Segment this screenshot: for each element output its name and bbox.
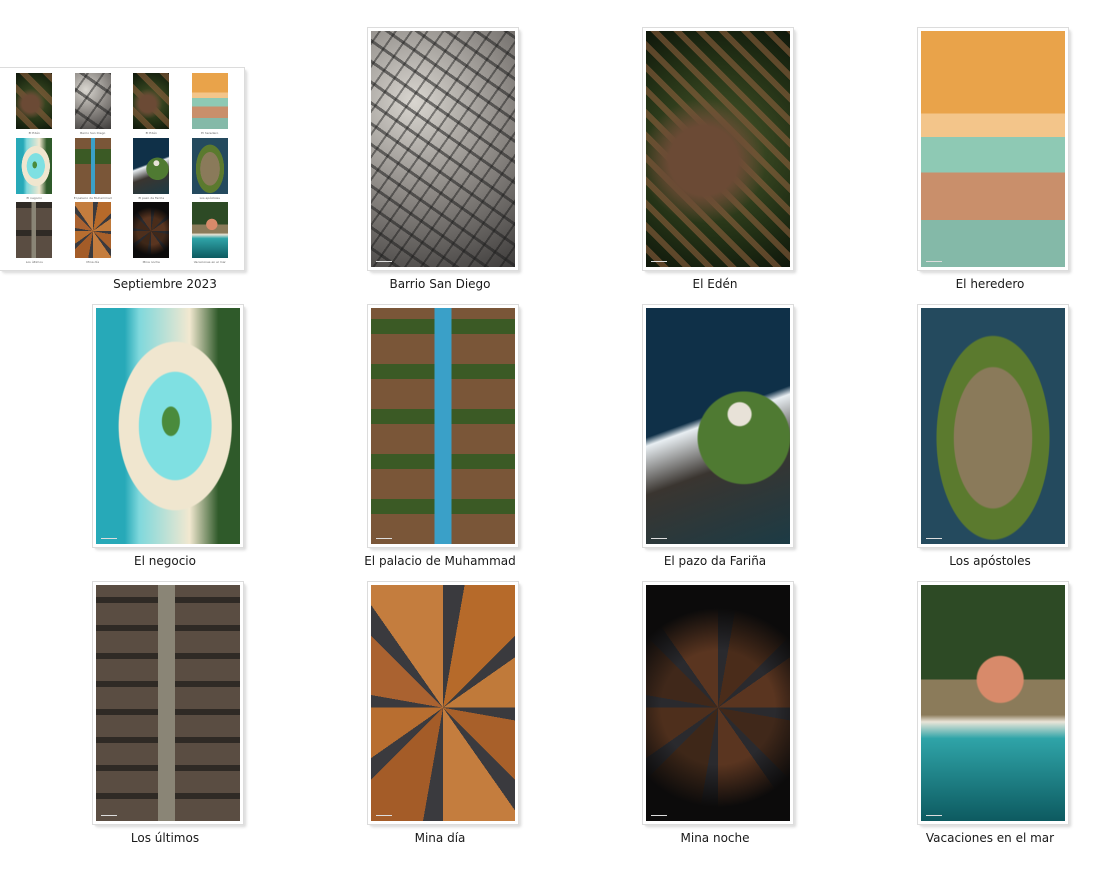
folder-label[interactable]: El palacio de Muhammad bbox=[320, 554, 560, 568]
contact-sheet-label: El heredero bbox=[201, 131, 219, 135]
folder-item-eden[interactable]: El Edén bbox=[595, 27, 835, 291]
contact-sheet-grid: El Edén Barrio San Diego El Edén El hereder… bbox=[3, 71, 241, 267]
folder-thumbnail[interactable] bbox=[92, 304, 244, 548]
folder-label[interactable]: Los últimos bbox=[45, 831, 285, 845]
folder-item-minadia[interactable]: Mina día bbox=[320, 581, 560, 845]
contact-sheet-label: El Edén bbox=[28, 131, 40, 135]
contact-sheet-image: El palacio de Muhammad bbox=[64, 137, 123, 203]
contact-sheet-art bbox=[74, 73, 111, 129]
folder-label[interactable]: Mina noche bbox=[595, 831, 835, 845]
contact-sheet-art bbox=[133, 202, 170, 259]
folder-item-minanoche[interactable]: Mina noche bbox=[595, 581, 835, 845]
folder-label[interactable]: Barrio San Diego bbox=[320, 277, 560, 291]
folder-item-apostoles[interactable]: Los apóstoles bbox=[870, 304, 1110, 568]
contact-sheet-label: Barrio San Diego bbox=[80, 131, 106, 135]
thumbnail-image bbox=[921, 308, 1065, 544]
contact-sheet-art bbox=[16, 73, 53, 129]
folder-label[interactable]: El pazo da Fariña bbox=[595, 554, 835, 568]
thumbnail-image bbox=[646, 308, 790, 544]
folder-item-ultimos[interactable]: Los últimos bbox=[45, 581, 285, 845]
folder-thumbnail[interactable] bbox=[367, 581, 519, 825]
scale-bar bbox=[376, 261, 392, 262]
scale-bar bbox=[376, 538, 392, 539]
folder-label[interactable]: Los apóstoles bbox=[870, 554, 1110, 568]
scale-bar bbox=[651, 538, 667, 539]
contact-sheet-art bbox=[133, 137, 170, 194]
scale-bar bbox=[926, 815, 942, 816]
thumbnail-image bbox=[371, 31, 515, 267]
folder-item-palacio[interactable]: El palacio de Muhammad bbox=[320, 304, 560, 568]
folder-label[interactable]: El negocio bbox=[45, 554, 285, 568]
contact-sheet-image: El Edén bbox=[5, 73, 64, 138]
folder-thumbnail[interactable] bbox=[642, 27, 794, 271]
folder-label[interactable]: El Edén bbox=[595, 277, 835, 291]
folder-thumbnail[interactable] bbox=[367, 27, 519, 271]
scale-bar bbox=[101, 538, 117, 539]
folder-item-sep2023[interactable]: El Edén Barrio San Diego El Edén El hereder… bbox=[0, 28, 285, 291]
thumbnail-image bbox=[371, 585, 515, 821]
thumbnail-image bbox=[96, 585, 240, 821]
contact-sheet-label: Los últimos bbox=[25, 260, 43, 265]
contact-sheet-image: Los apóstoles bbox=[181, 137, 240, 203]
thumbnail-image bbox=[646, 585, 790, 821]
folder-thumbnail[interactable]: El Edén Barrio San Diego El Edén El hereder… bbox=[0, 67, 245, 271]
folder-item-pazo[interactable]: El pazo da Fariña bbox=[595, 304, 835, 568]
scale-bar bbox=[651, 815, 667, 816]
contact-sheet-art bbox=[133, 73, 170, 129]
contact-sheet-art bbox=[191, 73, 228, 129]
contact-sheet-label: Mina día bbox=[86, 260, 100, 265]
folder-thumbnail[interactable] bbox=[642, 581, 794, 825]
thumbnail-image bbox=[96, 308, 240, 544]
folder-label[interactable]: Vacaciones en el mar bbox=[870, 831, 1110, 845]
contact-sheet-label: El palacio de Muhammad bbox=[73, 195, 112, 200]
contact-sheet-art bbox=[74, 202, 111, 259]
contact-sheet-image: Mina día bbox=[64, 202, 123, 267]
folder-thumbnail[interactable] bbox=[642, 304, 794, 548]
contact-sheet-label: El pazo da Fariña bbox=[138, 195, 165, 200]
contact-sheet-image: El Edén bbox=[122, 73, 181, 138]
scale-bar bbox=[101, 815, 117, 816]
contact-sheet-label: Mina noche bbox=[142, 260, 160, 265]
contact-sheet-art bbox=[16, 202, 53, 259]
contact-sheet-label: El negocio bbox=[26, 195, 43, 200]
scale-bar bbox=[926, 261, 942, 262]
scale-bar bbox=[926, 538, 942, 539]
contact-sheet-art bbox=[16, 137, 53, 194]
contact-sheet-image: Mina noche bbox=[122, 202, 181, 267]
contact-sheet-image: El negocio bbox=[5, 137, 64, 203]
contact-sheet-label: Los apóstoles bbox=[199, 195, 220, 200]
folder-label[interactable]: Mina día bbox=[320, 831, 560, 845]
folder-item-negocio[interactable]: El negocio bbox=[45, 304, 285, 568]
folder-thumbnail[interactable] bbox=[917, 581, 1069, 825]
scale-bar bbox=[651, 261, 667, 262]
contact-sheet-art bbox=[74, 137, 111, 194]
contact-sheet-art bbox=[191, 137, 228, 194]
thumbnail-image bbox=[646, 31, 790, 267]
scale-bar bbox=[376, 815, 392, 816]
folder-item-vacaciones[interactable]: Vacaciones en el mar bbox=[870, 581, 1110, 845]
folder-thumbnail[interactable] bbox=[367, 304, 519, 548]
folder-item-barrio[interactable]: Barrio San Diego bbox=[320, 27, 560, 291]
thumbnail-image bbox=[371, 308, 515, 544]
thumbnail-image bbox=[921, 31, 1065, 267]
contact-sheet-image: Barrio San Diego bbox=[64, 73, 123, 138]
folder-label[interactable]: El heredero bbox=[870, 277, 1110, 291]
contact-sheet-label: El Edén bbox=[145, 131, 157, 135]
folder-thumbnail[interactable] bbox=[917, 27, 1069, 271]
folder-item-heredero[interactable]: El heredero bbox=[870, 27, 1110, 291]
thumbnail-image bbox=[921, 585, 1065, 821]
folder-thumbnail[interactable] bbox=[92, 581, 244, 825]
contact-sheet-image: El pazo da Fariña bbox=[122, 137, 181, 203]
folder-thumbnail[interactable] bbox=[917, 304, 1069, 548]
folder-label[interactable]: Septiembre 2023 bbox=[45, 277, 285, 291]
contact-sheet-art bbox=[191, 202, 228, 259]
contact-sheet-image: Vacaciones en el mar bbox=[181, 202, 240, 267]
contact-sheet-image: Los últimos bbox=[5, 202, 64, 267]
contact-sheet-image: El heredero bbox=[181, 73, 240, 138]
contact-sheet-label: Vacaciones en el mar bbox=[193, 260, 226, 265]
